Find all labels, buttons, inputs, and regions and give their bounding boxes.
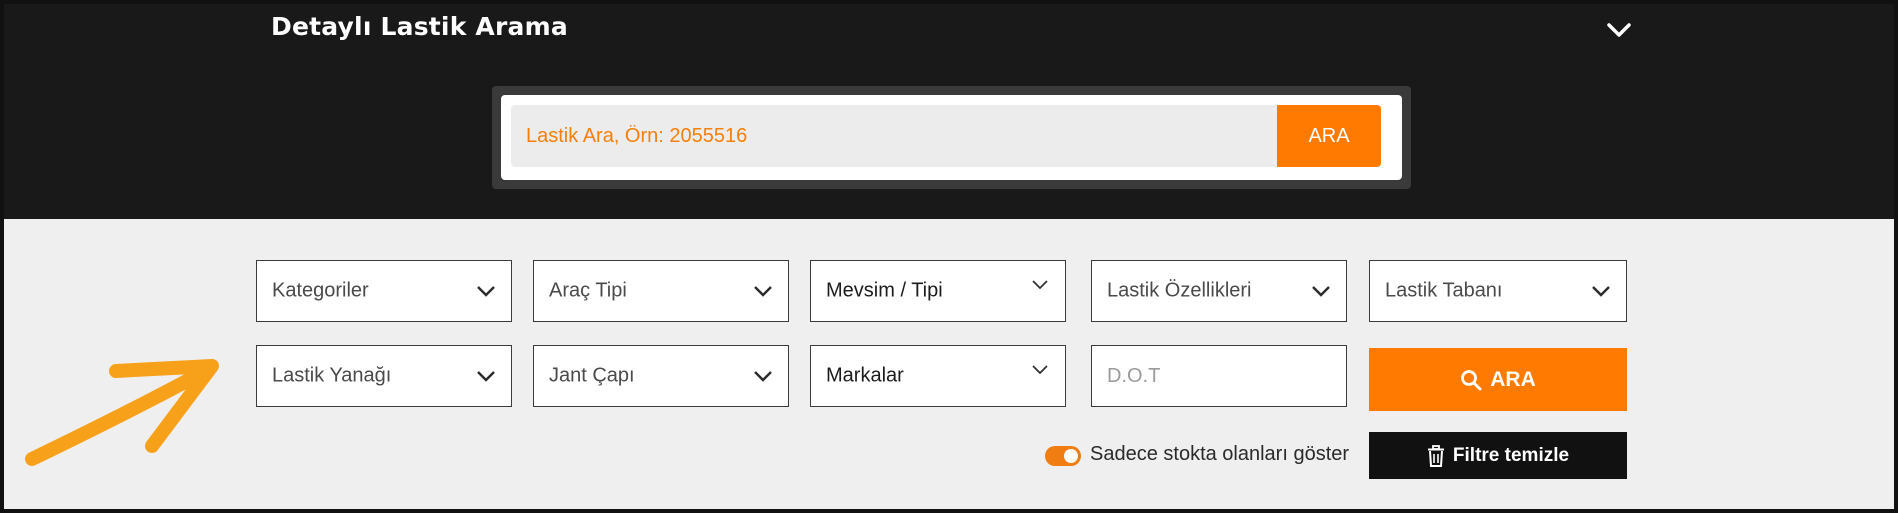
stock-toggle[interactable] bbox=[1045, 446, 1081, 466]
chevron-down-icon bbox=[477, 371, 495, 382]
dropdown-lastik-yanagi[interactable]: Lastik Yanağı bbox=[256, 345, 512, 407]
clear-filters-label: Filtre temizle bbox=[1452, 444, 1570, 466]
dropdown-lastik-ozellikleri[interactable]: Lastik Özellikleri bbox=[1091, 260, 1347, 322]
dropdown-kategoriler[interactable]: Kategoriler bbox=[256, 260, 512, 322]
chevron-down-icon bbox=[1607, 23, 1631, 37]
dot-input[interactable] bbox=[1091, 345, 1347, 407]
collapse-toggle[interactable] bbox=[1604, 18, 1634, 42]
header-band: Detaylı Lastik Arama ARA bbox=[4, 4, 1894, 219]
app-frame: Detaylı Lastik Arama ARA Kategoriler Ara… bbox=[0, 0, 1898, 513]
select-markalar[interactable]: Markalar bbox=[810, 345, 1066, 407]
trash-icon bbox=[1427, 444, 1444, 467]
toggle-knob bbox=[1064, 449, 1078, 463]
chevron-down-icon bbox=[754, 371, 772, 382]
select-mevsim-tipi[interactable]: Mevsim / Tipi bbox=[810, 260, 1066, 322]
dropdown-label: Lastik Özellikleri bbox=[1107, 279, 1252, 302]
chevron-down-icon bbox=[477, 286, 495, 297]
search-input[interactable] bbox=[511, 105, 1278, 167]
chevron-down-icon bbox=[1032, 365, 1048, 375]
select-label: Mevsim / Tipi bbox=[826, 279, 943, 302]
page-title: Detaylı Lastik Arama bbox=[271, 12, 568, 41]
dropdown-label: Jant Çapı bbox=[549, 364, 635, 387]
select-label: Markalar bbox=[826, 364, 904, 387]
search-button[interactable]: ARA bbox=[1277, 105, 1381, 167]
chevron-down-icon bbox=[1592, 286, 1610, 297]
search-container: ARA bbox=[492, 86, 1411, 189]
dropdown-label: Araç Tipi bbox=[549, 279, 627, 302]
search-icon bbox=[1461, 369, 1482, 390]
dropdown-label: Lastik Tabanı bbox=[1385, 279, 1503, 302]
dropdown-label: Kategoriler bbox=[272, 279, 369, 302]
dropdown-arac-tipi[interactable]: Araç Tipi bbox=[533, 260, 789, 322]
filter-search-label: ARA bbox=[1490, 367, 1536, 391]
dropdown-label: Lastik Yanağı bbox=[272, 364, 392, 387]
dropdown-jant-capi[interactable]: Jant Çapı bbox=[533, 345, 789, 407]
chevron-down-icon bbox=[754, 286, 772, 297]
search-box: ARA bbox=[501, 95, 1402, 180]
filter-search-button[interactable]: ARA bbox=[1369, 348, 1627, 411]
chevron-down-icon bbox=[1032, 280, 1048, 290]
stock-toggle-label: Sadece stokta olanları göster bbox=[1090, 443, 1350, 465]
clear-filters-button[interactable]: Filtre temizle bbox=[1369, 432, 1627, 479]
dropdown-lastik-tabani[interactable]: Lastik Tabanı bbox=[1369, 260, 1627, 322]
chevron-down-icon bbox=[1312, 286, 1330, 297]
